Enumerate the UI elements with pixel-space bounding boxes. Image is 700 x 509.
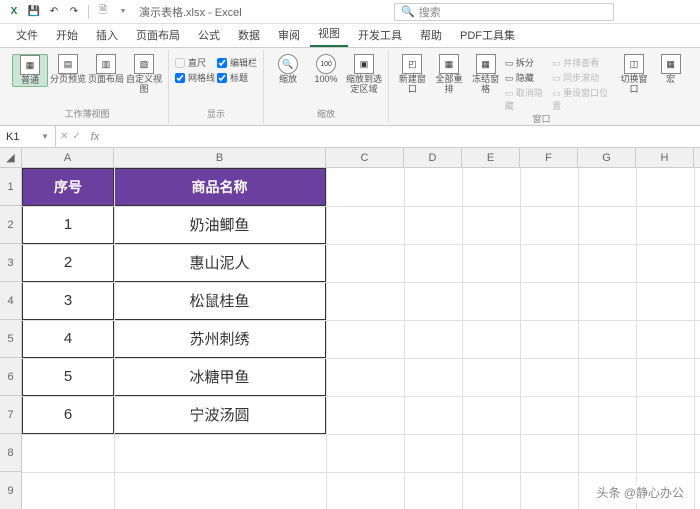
tab-8[interactable]: 开发工具: [350, 23, 410, 47]
new-window-button[interactable]: ◰新建窗口: [395, 54, 430, 95]
excel-icon: X: [6, 4, 22, 20]
side-by-side-button[interactable]: ▭ 并排查看: [552, 56, 615, 69]
data-table: 序号 商品名称 1奶油鲫鱼2惠山泥人3松鼠桂鱼4苏州刺绣5冰糖甲鱼6宁波汤圆: [22, 168, 326, 434]
cancel-icon[interactable]: ✕: [60, 131, 68, 142]
zoom-button[interactable]: 🔍缩放: [270, 54, 306, 85]
tab-3[interactable]: 页面布局: [128, 23, 188, 47]
dropdown-icon[interactable]: ▼: [115, 4, 131, 20]
name-box[interactable]: K1▼: [0, 126, 56, 147]
worksheet[interactable]: ◢ 123456789 ABCDEFGH 序号 商品名称 1奶油鲫鱼2惠山泥人3…: [0, 148, 700, 509]
sync-scroll-button[interactable]: ▭ 同步滚动: [552, 71, 615, 84]
row-header[interactable]: 2: [0, 206, 21, 244]
file-icon[interactable]: 🗎: [95, 4, 111, 20]
row-header[interactable]: 4: [0, 282, 21, 320]
search-input[interactable]: 🔍 搜索: [394, 3, 614, 21]
row-header[interactable]: 5: [0, 320, 21, 358]
select-all-corner[interactable]: ◢: [0, 148, 21, 168]
table-row: 1奶油鲫鱼: [22, 206, 326, 244]
ribbon-group-views: ▦普通 ▤分页预览 ▥页面布局 ▧自定义视图 工作薄视图: [6, 50, 169, 123]
tab-7[interactable]: 视图: [310, 21, 348, 47]
ruler-checkbox[interactable]: 直尺: [175, 56, 215, 69]
row-header[interactable]: 6: [0, 358, 21, 396]
row-headers: ◢ 123456789: [0, 148, 22, 509]
view-pagelayout-button[interactable]: ▥页面布局: [88, 54, 124, 85]
table-row: 3松鼠桂鱼: [22, 282, 326, 320]
row-header[interactable]: 3: [0, 244, 21, 282]
unhide-button[interactable]: ▭ 取消隐藏: [505, 86, 550, 112]
view-normal-button[interactable]: ▦普通: [12, 54, 48, 87]
redo-icon[interactable]: ↷: [66, 4, 82, 20]
hide-button[interactable]: ▭ 隐藏: [505, 71, 550, 84]
arrange-all-button[interactable]: ▦全部重排: [432, 54, 467, 95]
col-header[interactable]: G: [578, 148, 636, 167]
col-header[interactable]: D: [404, 148, 462, 167]
tab-1[interactable]: 开始: [48, 23, 86, 47]
view-pagebreak-button[interactable]: ▤分页预览: [50, 54, 86, 85]
zoom-selection-button[interactable]: ▣缩放到选定区域: [346, 54, 382, 95]
cell-grid[interactable]: 序号 商品名称 1奶油鲫鱼2惠山泥人3松鼠桂鱼4苏州刺绣5冰糖甲鱼6宁波汤圆: [22, 168, 700, 509]
tab-9[interactable]: 帮助: [412, 23, 450, 47]
col-header[interactable]: C: [326, 148, 404, 167]
headings-checkbox[interactable]: 标题: [217, 71, 257, 84]
search-icon: 🔍: [401, 5, 415, 18]
col-header[interactable]: H: [636, 148, 694, 167]
window-title: 演示表格.xlsx - Excel: [139, 4, 242, 20]
column-headers: ABCDEFGH: [22, 148, 700, 168]
col-header[interactable]: E: [462, 148, 520, 167]
col-header[interactable]: F: [520, 148, 578, 167]
ribbon-group-show: 直尺 网格线 编辑栏 标题 显示: [169, 50, 264, 123]
tab-4[interactable]: 公式: [190, 23, 228, 47]
tab-10[interactable]: PDF工具集: [452, 23, 523, 47]
header-name: 商品名称: [114, 168, 326, 206]
view-custom-button[interactable]: ▧自定义视图: [126, 54, 162, 95]
gridlines-checkbox[interactable]: 网格线: [175, 71, 215, 84]
tab-6[interactable]: 审阅: [270, 23, 308, 47]
tab-2[interactable]: 插入: [88, 23, 126, 47]
freeze-panes-button[interactable]: ▦冻结窗格: [468, 54, 503, 95]
row-header[interactable]: 9: [0, 472, 21, 509]
row-header[interactable]: 7: [0, 396, 21, 434]
formula-bar: K1▼ ✕ ✓ fx: [0, 126, 700, 148]
zoom-100-button[interactable]: 100100%: [308, 54, 344, 85]
ribbon-group-zoom: 🔍缩放 100100% ▣缩放到选定区域 缩放: [264, 50, 389, 123]
col-header[interactable]: B: [114, 148, 326, 167]
save-icon[interactable]: 💾: [26, 4, 42, 20]
tab-0[interactable]: 文件: [8, 23, 46, 47]
table-row: 2惠山泥人: [22, 244, 326, 282]
header-seq: 序号: [22, 168, 114, 206]
table-row: 4苏州刺绣: [22, 320, 326, 358]
enter-icon[interactable]: ✓: [72, 131, 80, 142]
tab-5[interactable]: 数据: [230, 23, 268, 47]
watermark: 头条 @静心办公: [590, 482, 690, 503]
reset-pos-button[interactable]: ▭ 重设窗口位置: [552, 86, 615, 112]
ribbon-tabs: 文件开始插入页面布局公式数据审阅视图开发工具帮助PDF工具集: [0, 24, 700, 48]
table-row: 5冰糖甲鱼: [22, 358, 326, 396]
undo-icon[interactable]: ↶: [46, 4, 62, 20]
switch-window-button[interactable]: ◫切换窗口: [617, 54, 652, 95]
title-bar: X 💾 ↶ ↷ 🗎 ▼ 演示表格.xlsx - Excel 🔍 搜索: [0, 0, 700, 24]
table-row: 6宁波汤圆: [22, 396, 326, 434]
ribbon-group-window: ◰新建窗口 ▦全部重排 ▦冻结窗格 ▭ 拆分 ▭ 隐藏 ▭ 取消隐藏 ▭ 并排查…: [389, 50, 694, 123]
split-button[interactable]: ▭ 拆分: [505, 56, 550, 69]
formulabar-checkbox[interactable]: 编辑栏: [217, 56, 257, 69]
col-header[interactable]: A: [22, 148, 114, 167]
ribbon: ▦普通 ▤分页预览 ▥页面布局 ▧自定义视图 工作薄视图 直尺 网格线 编辑栏 …: [0, 48, 700, 126]
fx-label: fx: [85, 131, 106, 143]
row-header[interactable]: 1: [0, 168, 21, 206]
row-header[interactable]: 8: [0, 434, 21, 472]
macros-button[interactable]: ▦宏: [653, 54, 688, 85]
